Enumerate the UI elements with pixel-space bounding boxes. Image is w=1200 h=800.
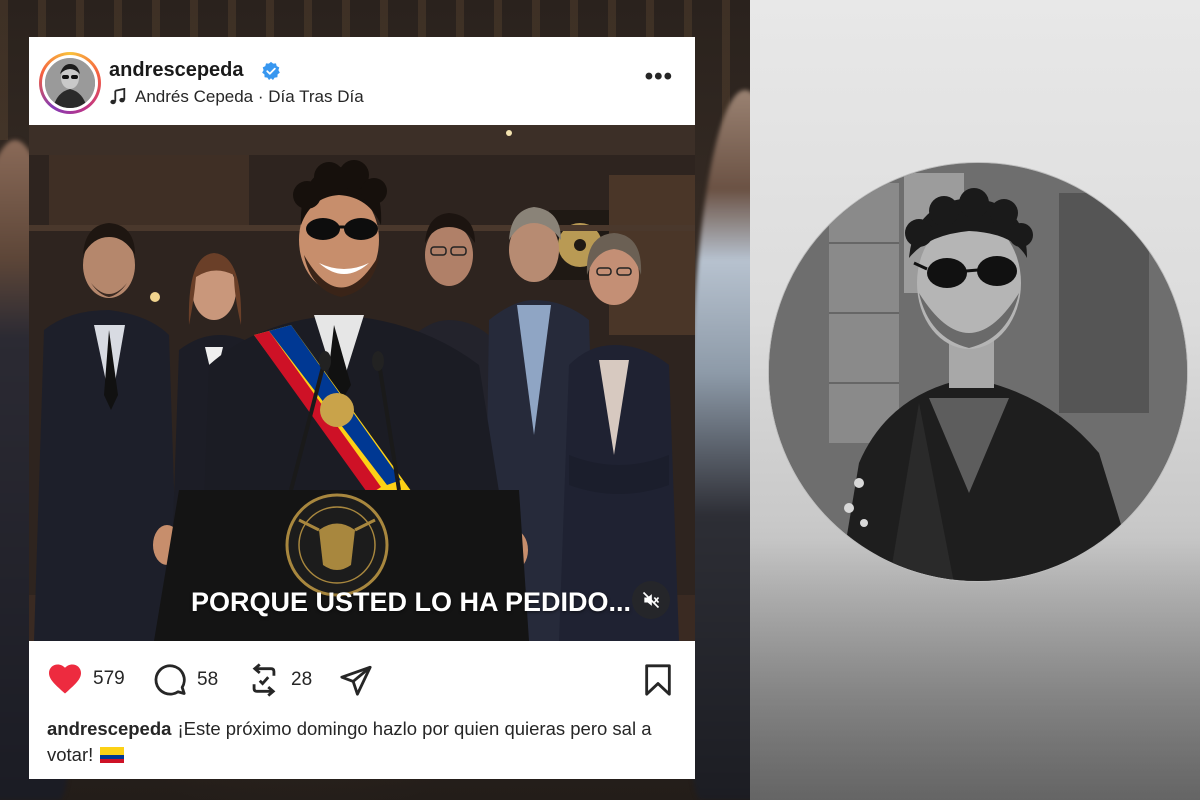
post-username[interactable]: andrescepeda xyxy=(109,59,244,82)
like-count: 579 xyxy=(93,668,125,689)
mute-icon xyxy=(642,591,660,609)
video-caption-text: PORQUE USTED LO HA PEDIDO... xyxy=(191,587,632,617)
share-button[interactable] xyxy=(339,663,373,697)
colombia-flag-icon xyxy=(100,747,125,763)
mute-button[interactable] xyxy=(632,581,670,619)
post-music-label: Andrés Cepeda · Día Tras Día xyxy=(135,87,364,106)
like-button[interactable]: 579 xyxy=(47,663,125,695)
background-figure-right xyxy=(690,90,750,800)
post-actions-bar: 579 58 28 xyxy=(29,641,695,711)
post-caption: andrescepeda ¡Este próximo domingo hazlo … xyxy=(47,716,687,768)
caption-username[interactable]: andrescepeda xyxy=(47,718,171,739)
post-media-video[interactable]: PORQUE USTED LO HA PEDIDO... xyxy=(29,125,695,641)
repost-count: 28 xyxy=(291,669,313,690)
repost-button[interactable]: 28 xyxy=(247,663,312,697)
instagram-post-card: andrescepeda Andrés Cepeda · Día Tras Dí… xyxy=(29,37,695,779)
verified-badge-icon xyxy=(262,61,280,80)
avatar-inner xyxy=(42,55,98,111)
heart-icon xyxy=(49,664,81,694)
comment-count: 58 xyxy=(197,669,219,690)
post-media-illustration xyxy=(29,125,695,641)
more-icon[interactable]: ••• xyxy=(645,65,673,89)
repost-icon xyxy=(252,663,276,697)
comment-button[interactable]: 58 xyxy=(153,663,218,697)
save-button[interactable] xyxy=(643,663,673,697)
avatar[interactable] xyxy=(39,52,101,114)
share-icon xyxy=(340,665,372,696)
comment-icon xyxy=(154,664,186,696)
bookmark-icon xyxy=(645,664,671,696)
avatar-image xyxy=(45,58,95,108)
profile-photo xyxy=(768,162,1188,582)
post-header: andrescepeda Andrés Cepeda · Día Tras Dí… xyxy=(29,37,695,125)
music-note-icon xyxy=(110,88,126,105)
profile-photo-illustration xyxy=(769,163,1187,581)
post-music-row[interactable]: Andrés Cepeda · Día Tras Día xyxy=(109,87,364,107)
